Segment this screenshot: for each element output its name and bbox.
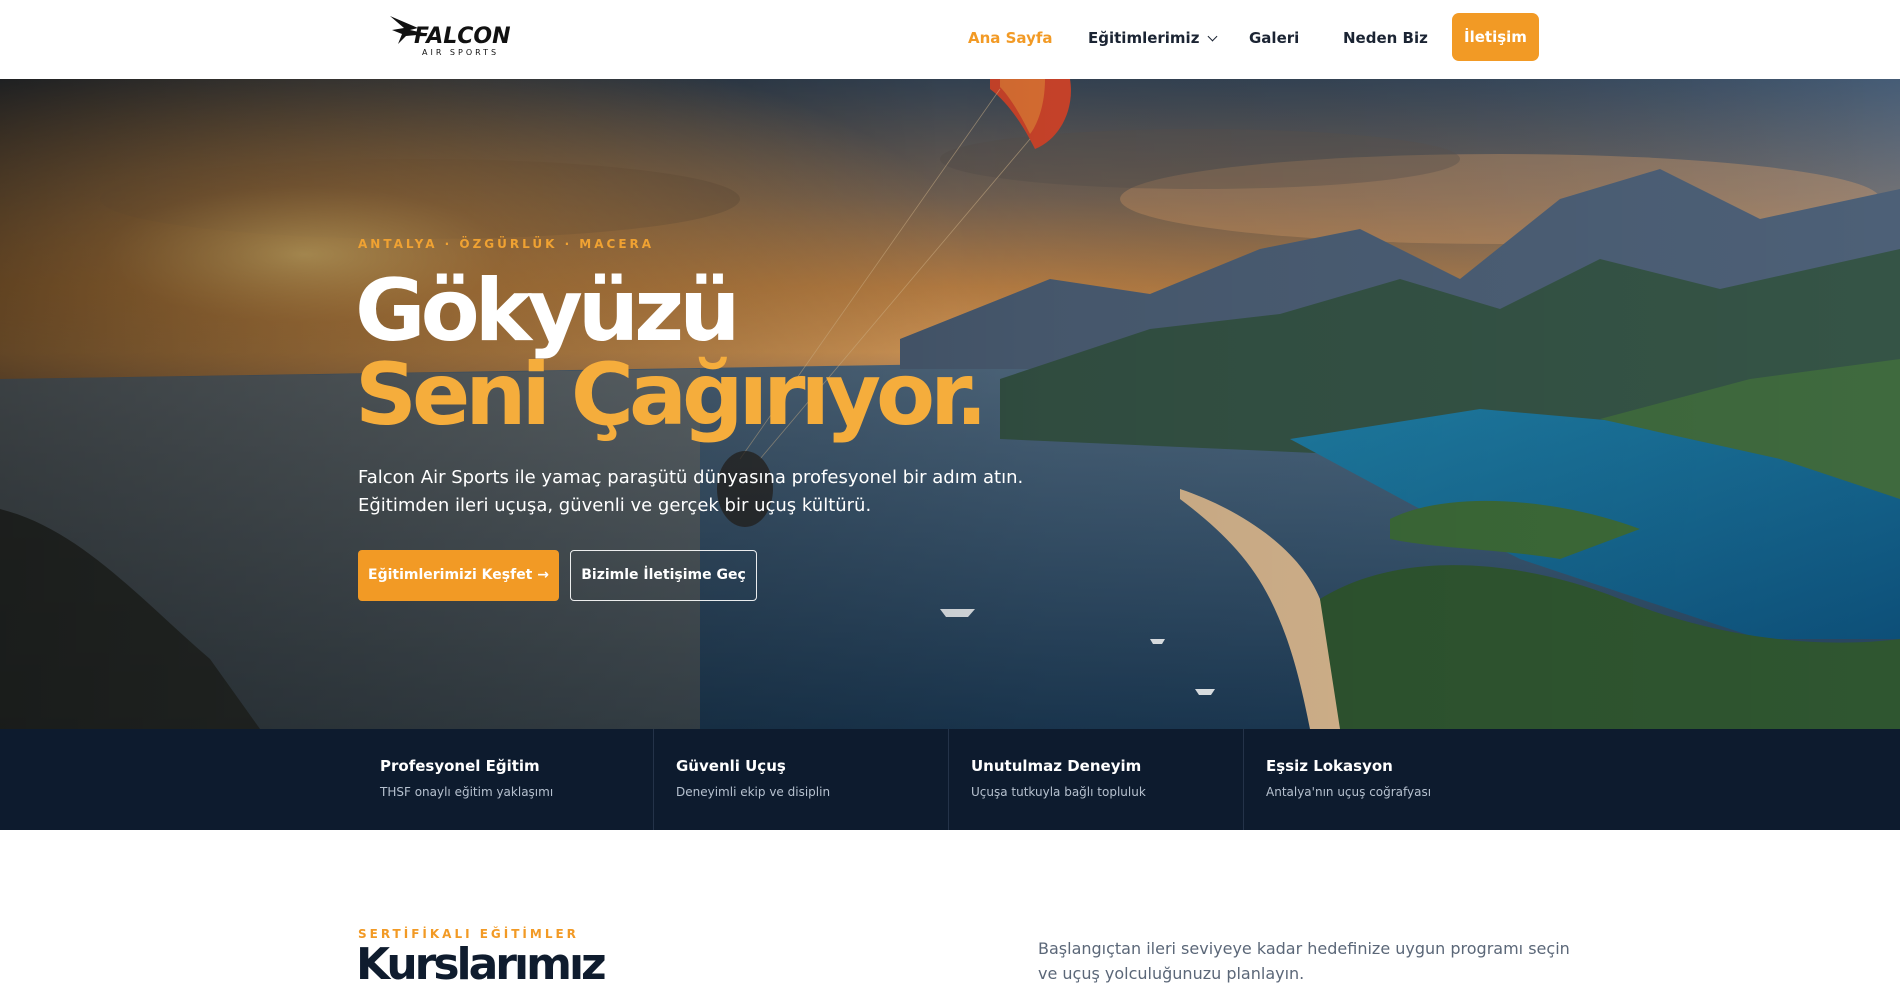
hero-title-line2: Seni Çağırıyor. [355, 345, 988, 445]
courses-description: Başlangıçtan ileri seviyeye kadar hedefi… [1038, 936, 1570, 986]
contact-us-button[interactable]: Bizimle İletişime Geç [570, 550, 757, 601]
courses-description-line1: Başlangıçtan ileri seviyeye kadar hedefi… [1038, 939, 1570, 958]
feature-desc: Antalya'nın uçuş coğrafyası [1266, 785, 1432, 799]
hero-lead-line2: Eğitimden ileri uçuşa, güvenli ve gerçek… [358, 495, 872, 516]
feature-desc: Uçuşa tutkuyla bağlı topluluk [971, 785, 1146, 799]
feature-item: Unutulmaz Deneyim Uçuşa tutkuyla bağlı t… [948, 729, 1243, 830]
feature-title: Eşsiz Lokasyon [1266, 757, 1393, 775]
feature-title: Güvenli Uçuş [676, 757, 786, 775]
nav-why-us[interactable]: Neden Biz [1343, 28, 1428, 48]
hero-lead-line1: Falcon Air Sports ile yamaç paraşütü dün… [358, 467, 1024, 488]
feature-item: Güvenli Uçuş Deneyimli ekip ve disiplin [653, 729, 948, 830]
falcon-logo[interactable]: FALCON AIR SPORTS [388, 14, 514, 60]
hero-lead: Falcon Air Sports ile yamaç paraşütü dün… [358, 464, 1024, 520]
feature-item: Eşsiz Lokasyon Antalya'nın uçuş coğrafya… [1243, 729, 1538, 830]
top-navbar: FALCON AIR SPORTS Ana Sayfa Eğitimlerimi… [0, 0, 1900, 79]
courses-title: Kurslarımız [356, 939, 607, 990]
features-strip: Profesyonel Eğitim THSF onaylı eğitim ya… [0, 729, 1900, 830]
hero-eyebrow: ANTALYA · ÖZGÜRLÜK · MACERA [358, 237, 655, 251]
hero-section: ANTALYA · ÖZGÜRLÜK · MACERA Gökyüzü Seni… [0, 79, 1900, 729]
feature-desc: Deneyimli ekip ve disiplin [676, 785, 831, 799]
feature-title: Unutulmaz Deneyim [971, 757, 1142, 775]
explore-trainings-button[interactable]: Eğitimlerimizi Keşfet → [358, 550, 559, 601]
nav-trainings[interactable]: Eğitimlerimiz [1088, 28, 1218, 48]
feature-desc: THSF onaylı eğitim yaklaşımı [380, 785, 554, 799]
courses-description-line2: ve uçuş yolculuğunuzu planlayın. [1038, 964, 1305, 983]
logo-wordmark: FALCON [414, 24, 511, 49]
contact-button[interactable]: İletişim [1452, 13, 1539, 61]
nav-trainings-label: Eğitimlerimiz [1088, 29, 1200, 47]
chevron-down-icon [1207, 31, 1218, 42]
nav-home[interactable]: Ana Sayfa [968, 28, 1053, 48]
feature-item: Profesyonel Eğitim THSF onaylı eğitim ya… [358, 729, 653, 830]
feature-title: Profesyonel Eğitim [380, 757, 540, 775]
nav-gallery[interactable]: Galeri [1249, 28, 1299, 48]
logo-tagline: AIR SPORTS [422, 48, 500, 57]
